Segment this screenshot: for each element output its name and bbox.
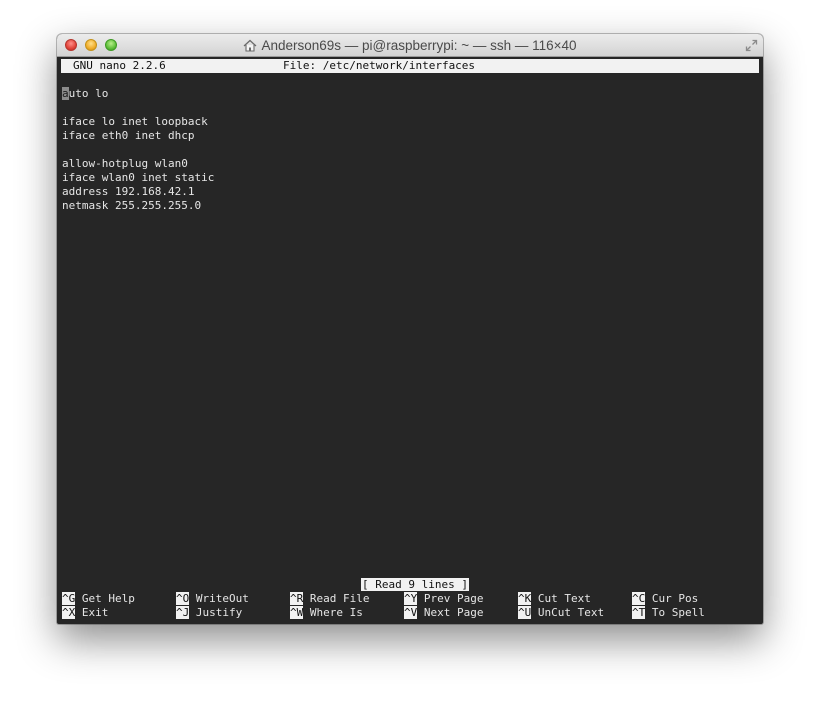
shortcut-to-spell[interactable]: ^T To Spell (632, 606, 705, 620)
title-bar[interactable]: Anderson69s — pi@raspberrypi: ~ — ssh — … (57, 34, 763, 57)
shortcut-cut-text[interactable]: ^K Cut Text (518, 592, 591, 606)
terminal-content[interactable]: GNU nano 2.2.6 File: /etc/network/interf… (61, 58, 759, 624)
shortcut-cur-pos[interactable]: ^C Cur Pos (632, 592, 698, 606)
window-title: Anderson69s — pi@raspberrypi: ~ — ssh — … (261, 38, 577, 53)
nano-version: GNU nano 2.2.6 (73, 59, 166, 72)
terminal-window: Anderson69s — pi@raspberrypi: ~ — ssh — … (57, 34, 763, 624)
shortcut-read-file[interactable]: ^R Read File (290, 592, 369, 606)
status-message: [ Read 9 lines ] (361, 578, 469, 591)
nano-header-bar: GNU nano 2.2.6 File: /etc/network/interf… (61, 59, 759, 73)
shortcut-where-is[interactable]: ^W Where Is (290, 606, 363, 620)
editor-line[interactable]: auto lo (62, 87, 108, 101)
fullscreen-icon[interactable] (745, 39, 758, 52)
shortcut-exit[interactable]: ^X Exit (62, 606, 108, 620)
shortcut-get-help[interactable]: ^G Get Help (62, 592, 135, 606)
editor-line[interactable]: iface eth0 inet dhcp (62, 129, 194, 143)
nano-file-name: File: /etc/network/interfaces (283, 59, 476, 72)
shortcut-uncut-text[interactable]: ^U UnCut Text (518, 606, 604, 620)
editor-line[interactable]: iface lo inet loopback (62, 115, 208, 129)
editor-line[interactable]: iface wlan0 inet static (62, 171, 214, 185)
text-cursor: a (62, 87, 69, 100)
editor-line[interactable]: address 192.168.42.1 (62, 185, 194, 199)
home-icon (243, 39, 257, 52)
window-title-container: Anderson69s — pi@raspberrypi: ~ — ssh — … (57, 34, 763, 57)
editor-line[interactable]: netmask 255.255.255.0 (62, 199, 201, 213)
shortcut-prev-page[interactable]: ^Y Prev Page (404, 592, 483, 606)
shortcut-writeout[interactable]: ^O WriteOut (176, 592, 249, 606)
editor-line[interactable]: allow-hotplug wlan0 (62, 157, 188, 171)
shortcut-justify[interactable]: ^J Justify (176, 606, 242, 620)
shortcut-next-page[interactable]: ^V Next Page (404, 606, 483, 620)
